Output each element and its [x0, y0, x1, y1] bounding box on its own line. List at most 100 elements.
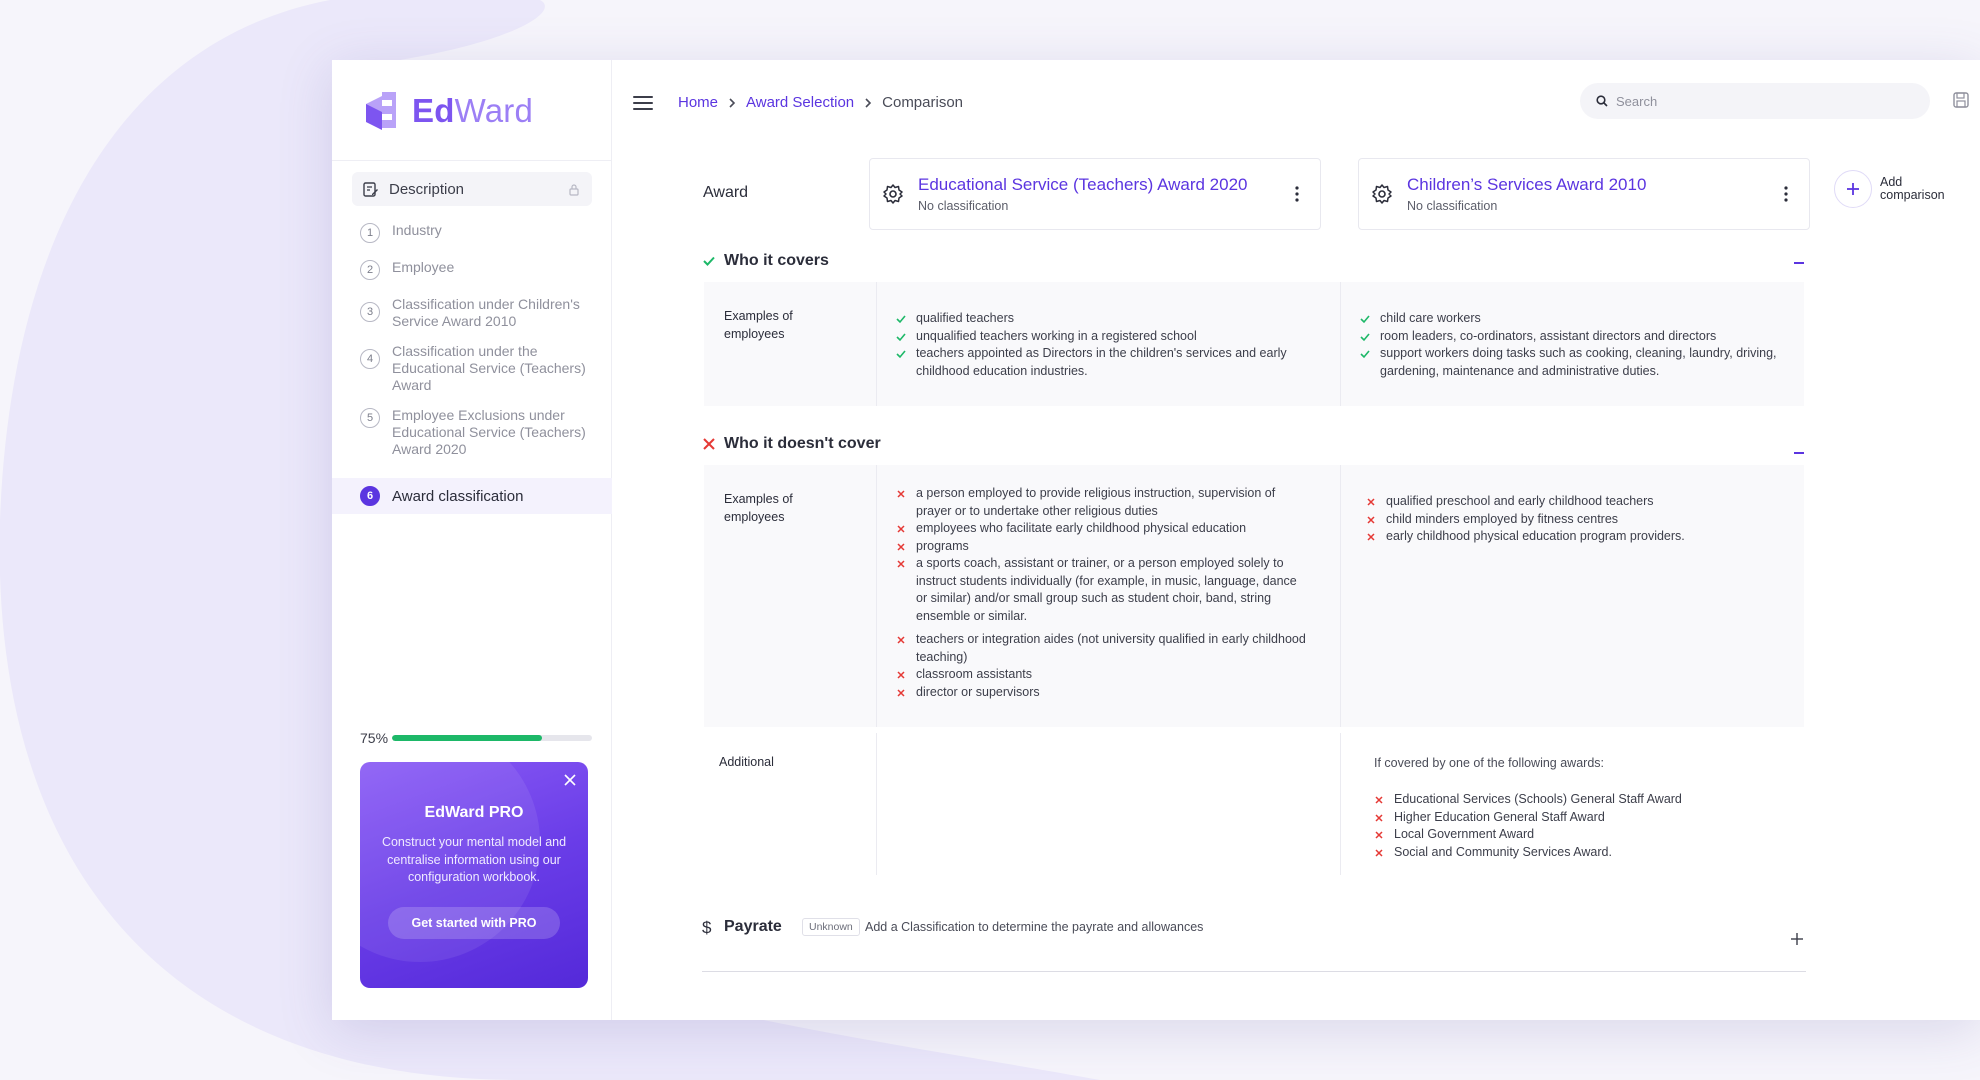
- list-item: classroom assistants: [896, 666, 1306, 684]
- x-icon: [897, 688, 905, 697]
- divider: [332, 160, 612, 161]
- x-icon: [897, 525, 905, 533]
- list-item-text: teachers or integration aides (not unive…: [916, 632, 1306, 664]
- check-icon: [896, 315, 906, 324]
- x-icon: [1367, 533, 1375, 541]
- breadcrumb-home[interactable]: Home: [678, 94, 718, 111]
- breadcrumb-award-selection[interactable]: Award Selection: [746, 94, 854, 111]
- sidebar-step-classification-childrens[interactable]: 3 Classification under Children's Servic…: [360, 296, 590, 330]
- list-item-text: Educational Services (Schools) General S…: [1394, 792, 1682, 806]
- collapse-icon[interactable]: [1794, 452, 1804, 454]
- column-divider: [1340, 282, 1341, 406]
- list-item-text: qualified preschool and early childhood …: [1386, 494, 1654, 508]
- step-label: Award classification: [392, 487, 524, 505]
- logo[interactable]: EdWard: [362, 90, 533, 132]
- covers-list-childrens: child care workers room leaders, co-ordi…: [1360, 310, 1780, 380]
- sidebar-step-employee[interactable]: 2 Employee: [360, 259, 590, 280]
- more-options-icon[interactable]: [1777, 185, 1795, 203]
- sidebar-step-award-classification[interactable]: 6 Award classification: [332, 478, 612, 514]
- award-classification: No classification: [918, 199, 1009, 213]
- logo-text-bold: Ed: [412, 92, 455, 129]
- search-input[interactable]: [1616, 93, 1916, 109]
- pro-title: EdWard PRO: [424, 804, 524, 821]
- lock-icon: [569, 183, 579, 196]
- check-icon: [896, 332, 906, 341]
- gear-icon: [1372, 184, 1392, 204]
- step-label: Employee: [392, 259, 455, 275]
- app-window: EdWard Description 1 Industry 2 Employee…: [332, 60, 1980, 1020]
- list-item: qualified preschool and early childhood …: [1366, 493, 1786, 511]
- chevron-right-icon: [729, 97, 736, 108]
- not-covers-panel: Examples of employees a person employed …: [704, 465, 1804, 727]
- list-item: teachers or integration aides (not unive…: [896, 631, 1306, 666]
- list-item-text: classroom assistants: [916, 667, 1033, 681]
- row-label: Additional: [719, 755, 774, 769]
- x-icon: [897, 542, 905, 551]
- list-item: child minders employed by fitness centre…: [1366, 511, 1786, 529]
- column-divider: [1340, 733, 1341, 875]
- section-who-it-covers[interactable]: Who it covers: [702, 252, 829, 270]
- list-item: support workers doing tasks such as cook…: [1360, 345, 1780, 380]
- check-icon: [703, 256, 715, 266]
- expand-plus-icon[interactable]: [1790, 932, 1804, 946]
- add-comparison-label: Add comparison: [1880, 176, 1945, 202]
- x-icon: [1375, 796, 1383, 804]
- list-item-text: a sports coach, assistant or trainer, or…: [916, 556, 1297, 623]
- step-number: 4: [360, 349, 380, 369]
- column-divider: [876, 733, 877, 875]
- section-who-it-doesnt-cover[interactable]: Who it doesn't cover: [702, 435, 881, 453]
- payrate-hint: Add a Classification to determine the pa…: [865, 920, 1204, 934]
- award-name[interactable]: Educational Service (Teachers) Award 202…: [918, 175, 1288, 195]
- award-card-educational[interactable]: Educational Service (Teachers) Award 202…: [869, 158, 1321, 230]
- status-badge: Unknown: [802, 918, 860, 936]
- collapse-icon[interactable]: [1794, 262, 1804, 264]
- award-name[interactable]: Children’s Services Award 2010: [1407, 175, 1777, 195]
- covers-list-educational: qualified teachers unqualified teachers …: [896, 310, 1316, 380]
- list-item: Social and Community Services Award.: [1374, 844, 1794, 862]
- x-icon: [1375, 848, 1383, 857]
- search-box[interactable]: [1580, 83, 1930, 119]
- more-options-icon[interactable]: [1288, 185, 1306, 203]
- list-item-text: child care workers: [1380, 311, 1481, 325]
- award-info: Educational Service (Teachers) Award 202…: [918, 175, 1288, 213]
- x-icon: [897, 636, 905, 644]
- additional-award-list: Educational Services (Schools) General S…: [1374, 791, 1794, 861]
- list-item: employees who facilitate early childhood…: [896, 520, 1306, 538]
- award-card-childrens[interactable]: Children’s Services Award 2010 No classi…: [1358, 158, 1810, 230]
- breadcrumb-comparison: Comparison: [882, 94, 964, 111]
- step-number: 1: [360, 223, 380, 243]
- edward-logo-icon: [366, 92, 396, 130]
- list-item: room leaders, co-ordinators, assistant d…: [1360, 328, 1780, 346]
- sidebar-step-industry[interactable]: 1 Industry: [360, 222, 590, 243]
- close-icon: [703, 438, 715, 450]
- list-item: teachers appointed as Directors in the c…: [896, 345, 1316, 380]
- list-item-text: programs: [916, 538, 969, 553]
- x-icon: [1367, 515, 1375, 524]
- progress-fill: [392, 735, 542, 741]
- plus-icon: [1847, 183, 1859, 195]
- close-icon[interactable]: [562, 772, 578, 788]
- x-icon: [897, 560, 905, 568]
- list-item-text: employees who facilitate early childhood…: [916, 521, 1247, 535]
- list-item: qualified teachers: [896, 310, 1316, 328]
- sidebar-step-employee-exclusions[interactable]: 5 Employee Exclusions under Educational …: [360, 407, 590, 458]
- menu-icon[interactable]: [632, 94, 654, 112]
- sidebar-item-description[interactable]: Description: [352, 172, 592, 206]
- sidebar-step-classification-educational[interactable]: 4 Classification under the Educational S…: [360, 343, 590, 394]
- column-divider: [876, 282, 877, 406]
- x-icon: [1367, 498, 1375, 506]
- list-item-text: unqualified teachers working in a regist…: [916, 328, 1197, 343]
- check-icon: [1360, 350, 1370, 359]
- list-item: Local Government Award: [1374, 826, 1794, 844]
- list-item: Higher Education General Staff Award: [1374, 809, 1794, 827]
- section-title: Who it doesn't cover: [724, 435, 881, 452]
- award-row-label: Award: [703, 184, 749, 201]
- save-icon[interactable]: [1952, 91, 1970, 109]
- add-comparison-button[interactable]: Add comparison: [1834, 170, 1945, 208]
- step-label: Classification under Children's Service …: [392, 296, 580, 329]
- get-started-pro-button[interactable]: Get started with PRO: [388, 906, 560, 939]
- not-covers-list-childrens: qualified preschool and early childhood …: [1366, 493, 1786, 546]
- section-payrate[interactable]: $ Payrate Unknown Add a Classification t…: [702, 918, 1806, 972]
- dollar-icon: $: [702, 918, 712, 937]
- search-icon: [1596, 95, 1608, 107]
